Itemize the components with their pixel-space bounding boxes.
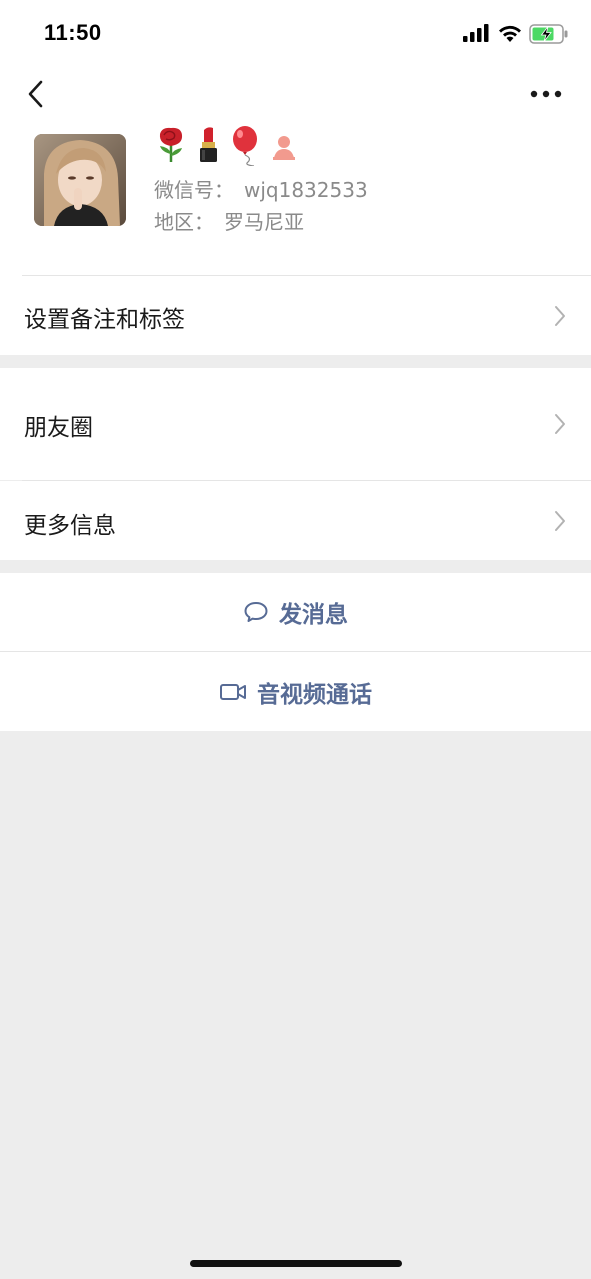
cellular-signal-icon — [463, 24, 489, 42]
rose-icon — [159, 127, 183, 162]
chevron-right-icon — [555, 306, 565, 326]
region-value: 罗马尼亚 — [224, 210, 304, 234]
more-info-label: 更多信息 — [24, 513, 116, 539]
send-message-button[interactable]: 发消息 — [0, 573, 591, 651]
region-line: 地区： 罗马尼亚 — [154, 206, 304, 235]
more-button[interactable] — [529, 84, 563, 104]
chevron-right-icon — [555, 414, 565, 434]
video-call-button[interactable]: 音视频通话 — [0, 652, 591, 731]
video-camera-icon — [220, 683, 246, 700]
remark-and-tags-cell[interactable]: 设置备注和标签 — [0, 276, 591, 355]
home-indicator[interactable] — [190, 1260, 402, 1267]
region-label: 地区： — [154, 210, 214, 234]
wechat-id-line: 微信号： wjq1832533 — [154, 174, 368, 203]
avatar-photo — [34, 134, 126, 226]
wechat-id-label: 微信号： — [154, 178, 234, 202]
video-call-label: 音视频通话 — [257, 681, 372, 708]
remark-and-tags-label: 设置备注和标签 — [24, 307, 185, 333]
battery-charging-icon — [529, 24, 568, 44]
more-info-cell[interactable]: 更多信息 — [0, 481, 591, 560]
chat-bubble-icon — [244, 602, 268, 622]
wechat-id-value: wjq1832533 — [244, 178, 368, 202]
woman-icon — [273, 136, 295, 160]
back-button[interactable] — [22, 76, 52, 112]
chevron-left-icon — [28, 80, 43, 108]
status-bar: 11:50 — [0, 0, 591, 70]
status-time: 11:50 — [44, 20, 102, 45]
wifi-icon — [499, 25, 521, 42]
moments-cell[interactable]: 朋友圈 — [0, 368, 591, 480]
balloon-icon — [233, 126, 257, 166]
send-message-label: 发消息 — [279, 602, 348, 628]
ellipsis-icon — [530, 90, 562, 98]
lipstick-icon — [200, 127, 217, 162]
avatar[interactable] — [34, 134, 126, 226]
moments-label: 朋友圈 — [24, 415, 93, 441]
chevron-right-icon — [555, 511, 565, 531]
